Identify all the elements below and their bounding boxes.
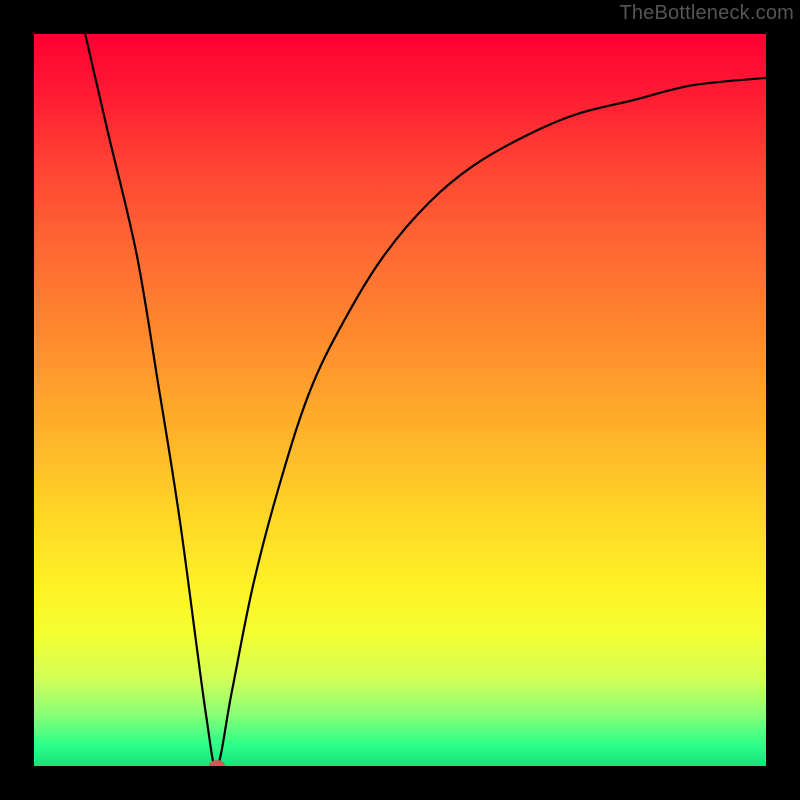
- watermark-text: TheBottleneck.com: [619, 2, 794, 25]
- chart-frame: TheBottleneck.com: [0, 0, 800, 800]
- chart-svg: [34, 34, 766, 766]
- chart-plot-area: [34, 34, 766, 766]
- minimum-marker: [209, 760, 225, 766]
- bottleneck-curve: [85, 34, 766, 766]
